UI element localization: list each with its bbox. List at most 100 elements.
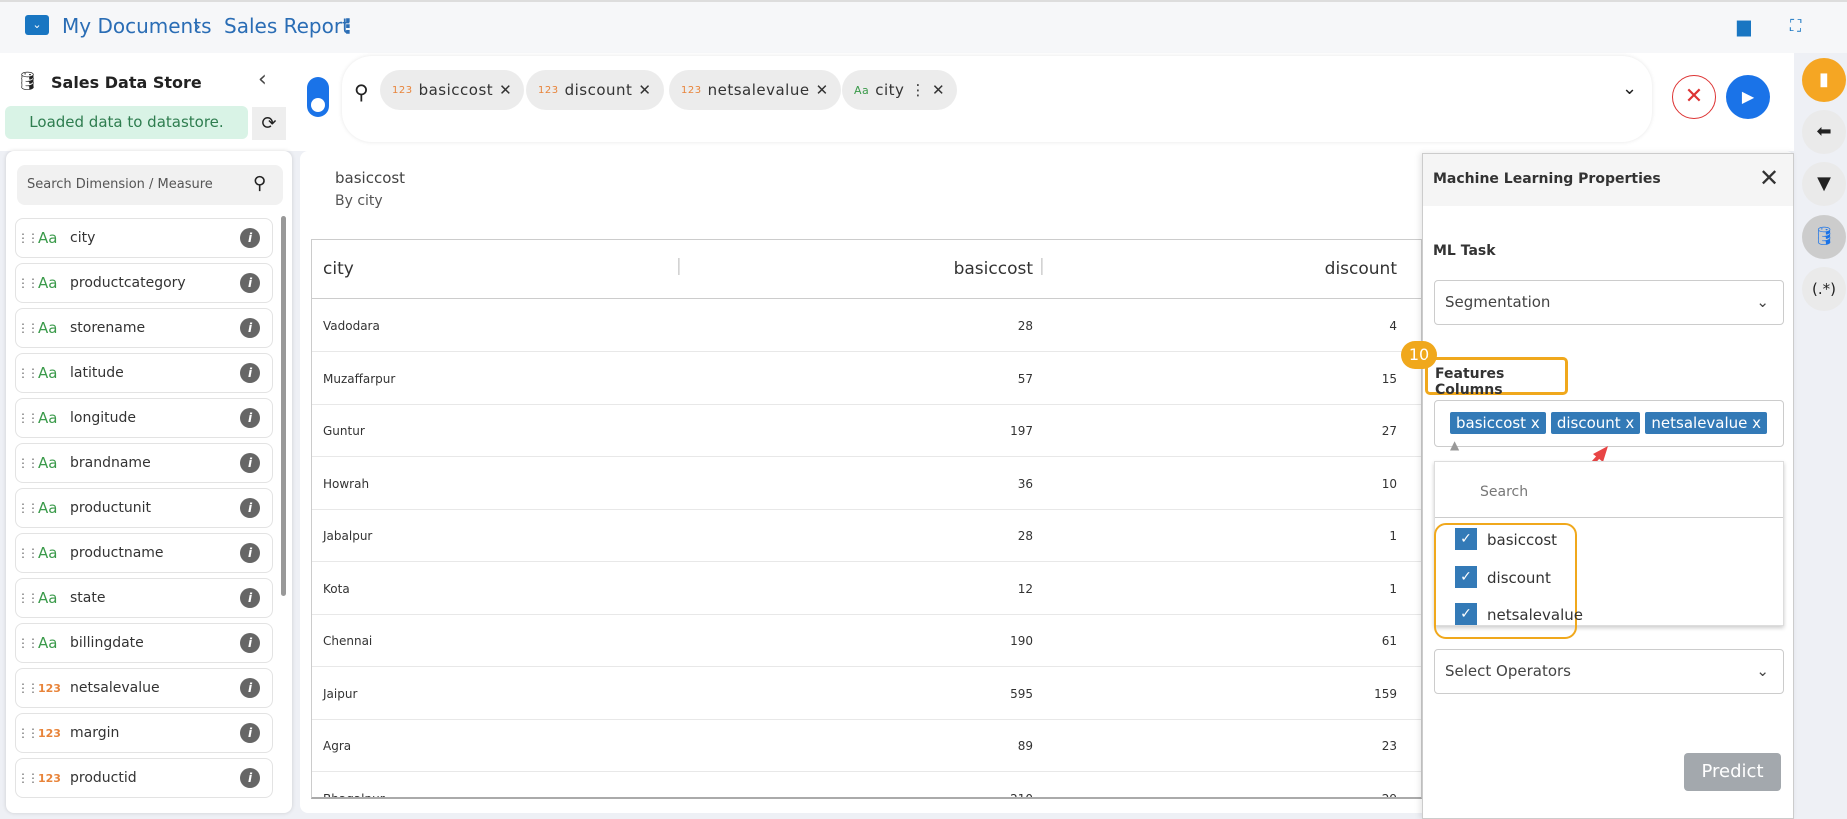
filter-icon[interactable]: ▼ [1802, 162, 1846, 206]
dropdown-search[interactable]: Search [1480, 484, 1528, 500]
field-item[interactable]: ⋮⋮ Aa storename i [15, 308, 273, 348]
field-item[interactable]: ⋮⋮ Aa brandname i [15, 443, 273, 483]
placeholder: Select Operators [1445, 662, 1571, 680]
field-item[interactable]: ⋮⋮ 123 margin i [15, 713, 273, 753]
breadcrumb-current[interactable]: Sales Report [224, 14, 350, 38]
info-icon[interactable]: i [240, 678, 260, 698]
filter-chip[interactable]: Aa city ⋮ ✕ [842, 70, 958, 110]
filter-chip[interactable]: 123 discount ✕ [526, 70, 664, 110]
selected-tag[interactable]: netsalevalue x [1645, 412, 1768, 434]
drag-handle-icon[interactable]: ⋮⋮ [16, 591, 39, 605]
sd-card-icon[interactable]: ▮ [1802, 58, 1846, 102]
column-header-basiccost[interactable]: basiccost [954, 259, 1033, 279]
drag-handle-icon[interactable]: ⋮⋮ [16, 681, 39, 695]
info-icon[interactable]: i [240, 588, 260, 608]
cell-city: Muzaffarpur [323, 371, 396, 386]
info-icon[interactable]: i [240, 228, 260, 248]
drag-handle-icon[interactable]: ⋮⋮ [16, 321, 39, 335]
operators-select[interactable]: Select Operators ⌄ [1434, 649, 1784, 694]
run-button[interactable]: ▶ [1726, 75, 1770, 119]
info-icon[interactable]: i [240, 453, 260, 473]
fullscreen-icon[interactable]: ⛶ [1790, 16, 1801, 36]
folder-icon[interactable]: ⌄ [25, 15, 49, 35]
close-icon[interactable]: ✕ [816, 81, 829, 99]
option-label[interactable]: basiccost [1487, 531, 1557, 549]
database-icon[interactable]: 🛢 [1802, 215, 1846, 259]
features-dropdown: Search ✓ basiccost ✓ discount ✓ netsalevalu… [1434, 461, 1784, 639]
search-icon[interactable]: ⚲ [253, 173, 266, 194]
selected-tag[interactable]: discount x [1550, 412, 1641, 434]
table-row: Jaipur 595 159 [312, 668, 1421, 720]
features-multiselect[interactable]: basiccost x discount x netsalevalue x ▲ [1434, 400, 1784, 452]
chevron-down-icon[interactable]: ⌄ [1622, 78, 1637, 99]
option-label[interactable]: discount [1487, 569, 1551, 587]
field-item[interactable]: ⋮⋮ 123 productid i [15, 758, 273, 798]
drag-handle-icon[interactable]: ⋮⋮ [16, 771, 39, 785]
more-icon[interactable]: ⋮ [910, 81, 926, 99]
drag-handle-icon[interactable]: ⋮⋮ [16, 366, 39, 380]
column-header-discount[interactable]: discount [1325, 259, 1397, 279]
drag-handle-icon[interactable]: ⋮⋮ [16, 501, 39, 515]
breadcrumb-root[interactable]: My Documents [62, 14, 211, 38]
info-icon[interactable]: i [240, 318, 260, 338]
filter-chip[interactable]: 123 basiccost ✕ [380, 70, 525, 110]
field-item[interactable]: ⋮⋮ Aa productunit i [15, 488, 273, 528]
type-icon: Aa [38, 409, 58, 427]
info-icon[interactable]: i [240, 498, 260, 518]
cell-discount: 10 [1381, 476, 1397, 491]
checkbox-checked[interactable]: ✓ [1455, 566, 1477, 588]
field-item[interactable]: ⋮⋮ Aa billingdate i [15, 623, 273, 663]
info-icon[interactable]: i [240, 768, 260, 788]
field-item[interactable]: ⋮⋮ 123 netsalevalue i [15, 668, 273, 708]
field-item[interactable]: ⋮⋮ Aa productname i [15, 533, 273, 573]
checkbox-checked[interactable]: ✓ [1455, 603, 1477, 625]
option-label[interactable]: netsalevalue [1487, 606, 1583, 624]
drag-handle-icon[interactable]: ⋮⋮ [16, 636, 39, 650]
info-icon[interactable]: i [240, 543, 260, 563]
field-item[interactable]: ⋮⋮ Aa state i [15, 578, 273, 618]
ml-task-select[interactable]: Segmentation ⌄ [1434, 280, 1784, 325]
info-icon[interactable]: i [240, 723, 260, 743]
drag-handle-icon[interactable]: ⋮⋮ [16, 411, 39, 425]
clear-button[interactable]: ✕ [1672, 75, 1716, 119]
close-icon[interactable]: ✕ [499, 81, 512, 99]
toggle-switch[interactable] [307, 77, 329, 117]
table-row: Chennai 190 61 [312, 615, 1421, 667]
drag-handle-icon[interactable]: ⋮⋮ [16, 276, 39, 290]
info-icon[interactable]: i [240, 273, 260, 293]
filter-input[interactable]: ⚲ 123 basiccost ✕ 123 discount ✕ 123 netsalev… [342, 56, 1652, 142]
type-icon: 123 [38, 771, 61, 785]
info-icon[interactable]: i [240, 363, 260, 383]
info-icon[interactable]: i [240, 408, 260, 428]
field-item[interactable]: ⋮⋮ Aa latitude i [15, 353, 273, 393]
field-item[interactable]: ⋮⋮ Aa productcategory i [15, 263, 273, 303]
back-arrow-icon[interactable]: ⬅ [1802, 110, 1846, 154]
close-icon[interactable]: ✕ [1759, 164, 1779, 192]
table-row: Howrah 36 10 [312, 458, 1421, 510]
regex-icon[interactable]: (.*) [1802, 267, 1846, 311]
refresh-icon[interactable]: ⟳ [252, 107, 286, 140]
cell-discount: 15 [1381, 371, 1397, 386]
column-header-city[interactable]: city [323, 259, 354, 279]
close-icon[interactable]: ✕ [932, 81, 945, 99]
caret-up-icon[interactable]: ▲ [1450, 438, 1459, 452]
scrollbar[interactable] [281, 216, 286, 596]
field-item[interactable]: ⋮⋮ Aa longitude i [15, 398, 273, 438]
filter-chip[interactable]: 123 netsalevalue ✕ [669, 70, 841, 110]
drag-handle-icon[interactable]: ⋮⋮ [16, 456, 39, 470]
field-item[interactable]: ⋮⋮ Aa city i [15, 218, 273, 258]
drag-handle-icon[interactable]: ⋮⋮ [16, 546, 39, 560]
predict-button[interactable]: Predict [1684, 753, 1781, 791]
panel-title: Machine Learning Properties [1433, 171, 1661, 187]
close-icon[interactable]: ✕ [638, 81, 651, 99]
drag-handle-icon[interactable]: ⋮⋮ [16, 231, 39, 245]
more-icon[interactable]: ⋮ [338, 14, 358, 38]
selected-tag[interactable]: basiccost x [1450, 412, 1546, 434]
drag-handle-icon[interactable]: ⋮⋮ [16, 726, 39, 740]
collapse-icon[interactable]: ‹ [258, 67, 267, 92]
comment-icon[interactable]: ▆ [1737, 16, 1751, 37]
cell-discount: 1 [1389, 581, 1397, 596]
checkbox-checked[interactable]: ✓ [1455, 528, 1477, 550]
info-icon[interactable]: i [240, 633, 260, 653]
field-search-input[interactable]: Search Dimension / Measure ⚲ [17, 165, 283, 205]
